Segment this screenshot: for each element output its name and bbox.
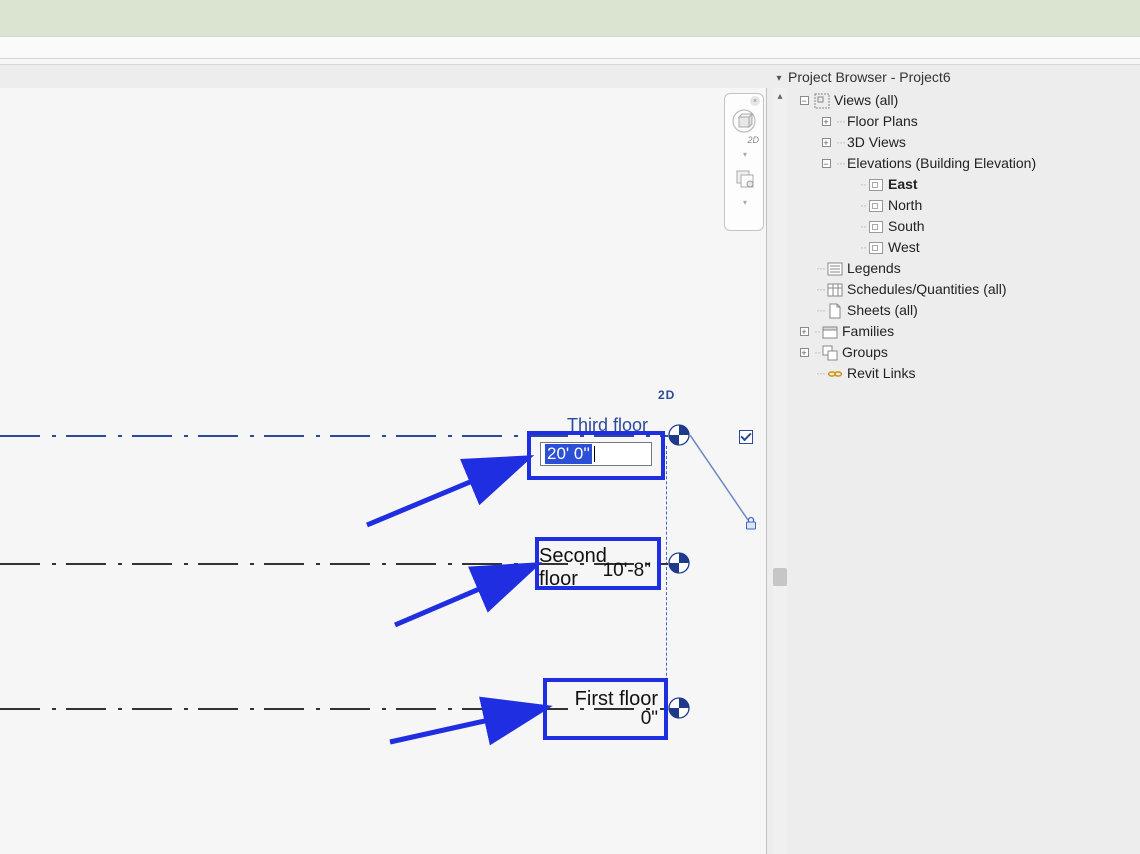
tree-label: Revit Links [847,363,915,384]
vertical-scrollbar-track[interactable] [773,88,787,854]
tree-node-families[interactable]: + ·· Families [798,321,1132,342]
elevation-view-icon [868,198,884,214]
legends-icon [827,261,843,277]
tree-node-groups[interactable]: + ·· Groups [798,342,1132,363]
tree-node-elevation-south[interactable]: ·· South [798,216,1132,237]
tree-node-elevation-east[interactable]: ·· East [798,174,1132,195]
schedules-icon [827,282,843,298]
expander-icon[interactable]: + [798,326,810,338]
tree-node-revit-links[interactable]: ··· Revit Links [798,363,1132,384]
tree-label: 3D Views [847,132,906,153]
tree-guide: ··· [816,363,825,384]
tree-guide: ·· [860,174,866,195]
tree-guide: ·· [860,195,866,216]
options-bar-dropdown-icon[interactable]: ▾ [773,73,785,83]
tree-guide: ··· [816,258,825,279]
tree-node-elevation-north[interactable]: ·· North [798,195,1132,216]
tree-label: Floor Plans [847,111,918,132]
expander-icon[interactable]: − [820,158,832,170]
level-2d-tag[interactable]: 2D [658,388,675,402]
tree-guide: ··· [836,132,845,153]
annotation-arrow-second [393,560,548,635]
splitter[interactable] [766,88,767,854]
tree-label: East [888,174,918,195]
elevation-view-icon [868,177,884,193]
expander-icon[interactable]: + [820,137,832,149]
project-browser-titlebar[interactable]: Project Browser - Project6 [788,66,951,88]
level-bubble-first[interactable] [668,697,690,719]
navigation-bar: × 2D ▾ ▾ [724,93,764,231]
tree-label: Sheets (all) [847,300,918,321]
sheets-icon [827,303,843,319]
tree-guide: ·· [814,342,820,363]
views-root-icon [814,93,830,109]
tree-label: South [888,216,925,237]
highlight-box-second: Second floor 10'-8" [535,537,661,590]
level-bubble-second[interactable] [668,552,690,574]
elevation-view-icon [868,219,884,235]
tree-node-elevations[interactable]: − ··· Elevations (Building Elevation) [798,153,1132,174]
tree-label: Schedules/Quantities (all) [847,279,1007,300]
viewcube-button[interactable] [729,106,759,136]
level-bubble-third[interactable] [668,424,690,446]
lock-icon[interactable] [744,516,758,530]
tree-label: North [888,195,922,216]
annotation-arrow-first [388,702,558,752]
expander-icon[interactable]: − [798,95,810,107]
elevation-view-icon [868,240,884,256]
groups-icon [822,345,838,361]
tree-node-floor-plans[interactable]: + ··· Floor Plans [798,111,1132,132]
tree-node-3d-views[interactable]: + ··· 3D Views [798,132,1132,153]
ribbon-tab-strip [0,0,1140,36]
viewcube-icon [731,108,757,134]
steering-wheel-button[interactable] [734,168,756,190]
tree-node-views[interactable]: − Views (all) [798,90,1132,111]
tree-guide: ·· [814,321,820,342]
text-caret [594,446,595,462]
level-elevation-edit-value: 20' 0'' [545,444,592,464]
level-elev-first[interactable]: 0" [641,708,658,730]
tree-label: Families [842,321,894,342]
tree-label: Elevations (Building Elevation) [847,153,1036,174]
options-bar [0,59,1140,65]
highlight-box-first: First floor 0" [543,678,668,740]
tree-node-elevation-west[interactable]: ·· West [798,237,1132,258]
tree-guide: ··· [836,153,845,174]
project-browser-title: Project Browser - Project6 [788,69,951,85]
navbar-2d-label: 2D [747,135,759,145]
expander-icon[interactable]: + [798,347,810,359]
alignment-extension [666,446,667,706]
navbar-caret-icon[interactable]: ▾ [725,150,765,159]
tree-guide: ··· [816,300,825,321]
steering-wheel-icon [734,168,756,190]
level-elev-second[interactable]: 10'-8" [603,560,651,582]
tree-label: West [888,237,920,258]
ribbon-panel-strip [0,36,1140,59]
vertical-scrollbar-thumb[interactable] [773,568,787,586]
project-browser-tree[interactable]: − Views (all) + ··· Floor Plans + ··· 3D… [798,90,1132,384]
navbar-close-icon[interactable]: × [750,96,760,106]
navbar-caret2-icon[interactable]: ▾ [725,198,765,207]
annotation-arrow-third [365,455,540,535]
revit-links-icon [827,366,843,382]
families-icon [822,324,838,340]
tree-guide: ·· [860,216,866,237]
tree-node-legends[interactable]: ··· Legends [798,258,1132,279]
tree-node-sheets[interactable]: ··· Sheets (all) [798,300,1132,321]
level-elevation-edit[interactable]: 20' 0'' [540,442,652,466]
scroll-up-arrow-icon[interactable]: ▴ [773,89,787,103]
tree-guide: ··· [836,111,845,132]
tree-node-schedules[interactable]: ··· Schedules/Quantities (all) [798,279,1132,300]
tree-guide: ·· [860,237,866,258]
expander-icon[interactable]: + [820,116,832,128]
tree-label: Views (all) [834,90,898,111]
tree-guide: ··· [816,279,825,300]
tree-label: Legends [847,258,901,279]
tree-label: Groups [842,342,888,363]
